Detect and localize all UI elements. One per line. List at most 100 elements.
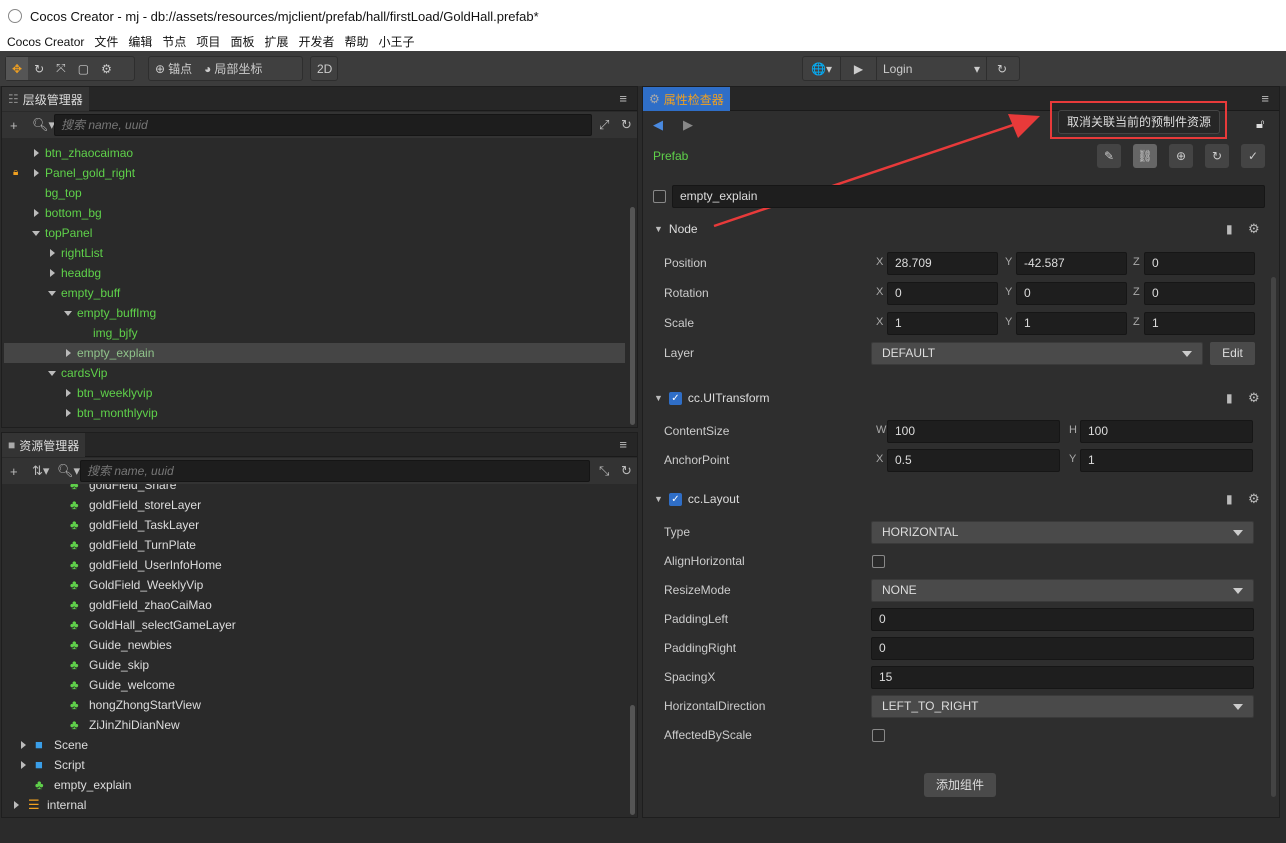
padding-right-input[interactable]: 0 [871,637,1254,660]
align-horizontal-checkbox[interactable] [872,555,885,568]
tree-item[interactable]: cardsVip [4,363,625,383]
menu-item[interactable]: 帮助 [344,33,368,50]
add-icon[interactable]: + [10,464,18,479]
rotation-z-input[interactable]: 0 [1144,282,1255,305]
node-active-checkbox[interactable] [653,190,666,203]
anchor-point-x-input[interactable]: 0.5 [887,449,1060,472]
chevron-right-icon[interactable] [34,209,39,217]
chevron-right-icon[interactable] [66,409,71,417]
sort-icon[interactable]: ⇅▾ [32,463,49,479]
chevron-right-icon[interactable] [34,169,39,177]
book-icon[interactable]: ▮ [1226,492,1233,506]
chevron-right-icon[interactable] [66,389,71,397]
collapse-icon[interactable]: ⤡ [599,463,609,479]
node-name-input[interactable]: empty_explain [672,185,1265,208]
tree-item[interactable]: rightList [4,243,625,263]
lock-icon[interactable]: 🔒︎ [13,163,18,183]
menu-item[interactable]: 面板 [230,33,254,50]
layout-type-select[interactable]: HORIZONTAL [871,521,1254,544]
asset-item[interactable]: ♣ goldField_TaskLayer [4,515,625,535]
hierarchy-search-input[interactable]: 搜索 name, uuid [54,114,592,136]
uitransform-section[interactable]: ▼ ✓ cc.UITransform [654,391,769,405]
tree-item[interactable]: btn_weeklyvip [4,383,625,403]
refresh-icon[interactable]: ↻ [621,463,632,479]
assets-search-input[interactable]: 搜索 name, uuid [80,460,590,482]
chevron-down-icon[interactable] [64,311,72,316]
scale-x-input[interactable]: 1 [887,312,998,335]
refresh-icon[interactable]: ↻ [621,117,632,133]
scene-select[interactable]: Login ▾ [877,57,987,80]
scale-tool-icon[interactable]: ⤧ [50,57,72,80]
chevron-down-icon[interactable]: ▼ [654,494,663,504]
search-filter-icon[interactable]: 🔍︎▾ [32,117,55,133]
asset-item[interactable]: ♣ GoldHall_selectGameLayer [4,615,625,635]
tree-item[interactable]: topPanel [4,223,625,243]
tab-inspector[interactable]: ⚙ 属性检查器 [643,87,730,111]
asset-item[interactable]: ♣ Guide_welcome [4,675,625,695]
tree-item[interactable]: empty_buff [4,283,625,303]
play-icon[interactable]: ▶ [841,57,877,80]
menu-item[interactable]: 文件 [94,33,118,50]
menu-item[interactable]: 编辑 [128,33,152,50]
add-component-button[interactable]: 添加组件 [924,773,996,797]
padding-left-input[interactable]: 0 [871,608,1254,631]
chevron-down-icon[interactable]: ▼ [654,393,663,403]
expand-icon[interactable]: ⤢ [599,117,609,133]
chevron-down-icon[interactable] [48,291,56,296]
chevron-down-icon[interactable]: ▼ [654,224,663,234]
book-icon[interactable]: ▮ [1226,222,1233,236]
menu-item[interactable]: 项目 [196,33,220,50]
chevron-down-icon[interactable] [48,371,56,376]
enabled-checkbox[interactable]: ✓ [668,492,682,506]
resize-mode-select[interactable]: NONE [871,579,1254,602]
rotate-tool-icon[interactable]: ↻ [28,57,50,80]
chevron-right-icon[interactable] [50,249,55,257]
panel-menu-icon[interactable]: ≡ [619,437,627,452]
asset-item[interactable]: ♣ Guide_skip [4,655,625,675]
node-section[interactable]: ▼ Node [654,222,698,236]
book-icon[interactable]: ▮ [1226,391,1233,405]
gear-icon[interactable]: ⚙ [95,57,118,80]
scrollbar[interactable] [1271,277,1276,797]
local-coord-button[interactable]: ◕ 局部坐标 [198,57,268,80]
layer-select[interactable]: DEFAULT [871,342,1203,365]
gear-icon[interactable]: ⚙ [1248,491,1260,507]
rotation-y-input[interactable]: 0 [1016,282,1127,305]
asset-item[interactable]: ♣ goldField_Share [4,484,625,495]
asset-item[interactable]: ♣ goldField_zhaoCaiMao [4,595,625,615]
content-size-h-input[interactable]: 100 [1080,420,1253,443]
position-z-input[interactable]: 0 [1144,252,1255,275]
menu-item[interactable]: 小王子 [379,33,415,50]
unlock-icon[interactable]: 🔓︎ [1256,116,1264,132]
asset-item[interactable]: ■ Scene [4,735,625,755]
chevron-right-icon[interactable] [21,741,26,749]
tree-item[interactable]: bg_top [4,183,625,203]
anchor-button[interactable]: ⊕ 锚点 [149,57,198,80]
chevron-right-icon[interactable] [34,149,39,157]
gear-icon[interactable]: ⚙ [1248,221,1260,237]
scale-z-input[interactable]: 1 [1144,312,1255,335]
locate-prefab-icon[interactable]: ⊕ [1169,144,1193,168]
chevron-down-icon[interactable] [32,231,40,236]
tree-item[interactable]: 🔒︎ Panel_gold_right [4,163,625,183]
tree-item[interactable]: empty_buffImg [4,303,625,323]
add-icon[interactable]: + [10,118,18,133]
tab-assets[interactable]: ■ 资源管理器 [2,433,86,457]
chevron-right-icon[interactable] [14,801,19,809]
back-icon[interactable]: ◀ [653,117,663,133]
tree-item[interactable]: img_bjfy [4,323,625,343]
anchor-point-y-input[interactable]: 1 [1080,449,1253,472]
menu-item[interactable]: 扩展 [264,33,288,50]
asset-item[interactable]: ♣ hongZhongStartView [4,695,625,715]
edit-prefab-icon[interactable]: ✎ [1097,144,1121,168]
affected-by-scale-checkbox[interactable] [872,729,885,742]
scrollbar[interactable] [630,705,635,815]
gear-icon[interactable]: ⚙ [1248,390,1260,406]
asset-item[interactable]: ♣ empty_explain [4,775,625,795]
content-size-w-input[interactable]: 100 [887,420,1060,443]
asset-item[interactable]: ♣ goldField_storeLayer [4,495,625,515]
tree-item[interactable]: btn_zhaocaimao [4,143,625,163]
position-y-input[interactable]: -42.587 [1016,252,1127,275]
asset-item[interactable]: ♣ ZiJinZhiDianNew [4,715,625,735]
asset-item[interactable]: ♣ goldField_TurnPlate [4,535,625,555]
